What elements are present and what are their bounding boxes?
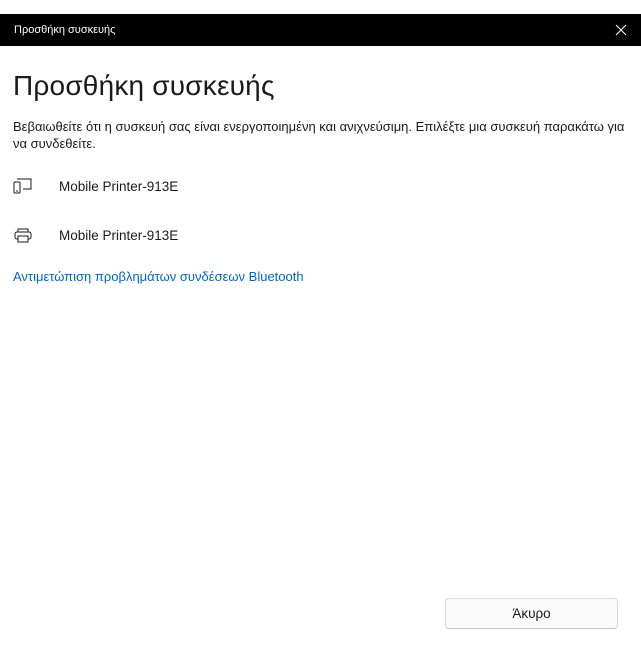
add-device-dialog: Προσθήκη συσκευής Προσθήκη συσκευής Βεβα…: [0, 0, 641, 650]
device-label: Mobile Printer-913E: [59, 227, 179, 243]
close-icon: [615, 24, 627, 36]
instructions-text: Βεβαιωθείτε ότι η συσκευή σας είναι ενερ…: [13, 119, 625, 151]
device-item-phone[interactable]: Mobile Printer-913E: [13, 172, 313, 200]
close-button[interactable]: [601, 14, 641, 46]
title-bar: Προσθήκη συσκευής: [0, 14, 641, 46]
printer-icon: [13, 226, 35, 244]
phone-device-icon: [13, 177, 35, 195]
device-label: Mobile Printer-913E: [59, 178, 179, 194]
cancel-button[interactable]: Άκυρο: [445, 598, 618, 629]
bluetooth-troubleshoot-link[interactable]: Αντιμετώπιση προβλημάτων συνδέσεων Bluet…: [13, 268, 304, 286]
page-title: Προσθήκη συσκευής: [13, 70, 275, 101]
window-title: Προσθήκη συσκευής: [14, 24, 116, 36]
device-item-printer[interactable]: Mobile Printer-913E: [13, 221, 313, 249]
